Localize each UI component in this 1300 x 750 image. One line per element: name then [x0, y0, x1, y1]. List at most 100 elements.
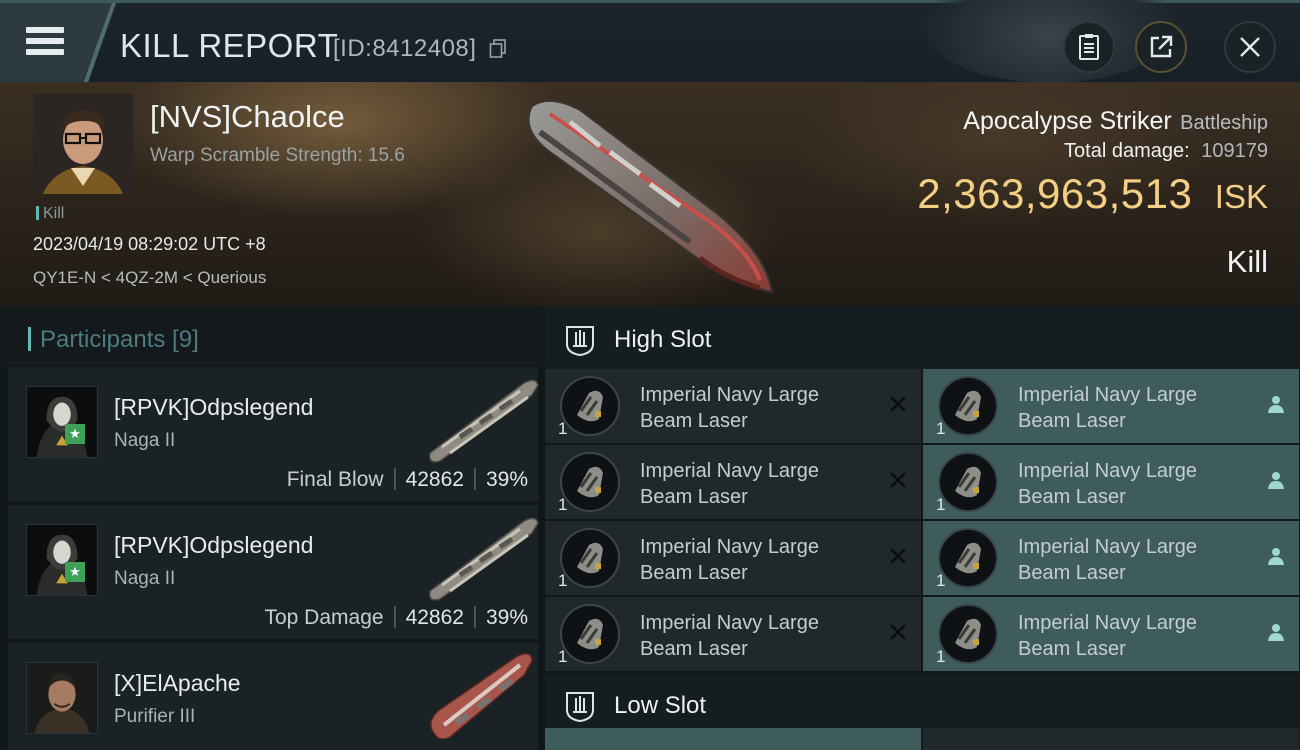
victim-ship-class: Battleship [1180, 112, 1268, 134]
victim-portrait[interactable] [33, 94, 133, 194]
participant-ship-image [430, 653, 533, 739]
victim-ship-image [527, 99, 774, 294]
module-name-line1: Imperial Navy Large [1018, 460, 1197, 482]
total-damage-label: Total damage: [1064, 140, 1190, 162]
module-quantity: 1 [936, 647, 946, 666]
module-name-line1: Imperial Navy Large [1018, 536, 1197, 558]
star-badge-icon: ★ [65, 562, 85, 582]
low-slot-title: Low Slot [614, 692, 707, 719]
module-quantity: 1 [558, 571, 568, 590]
module-name-line2: Beam Laser [1018, 410, 1126, 432]
module-quantity: 1 [558, 647, 568, 666]
victim-banner: [NVS]Chaolce Warp Scramble Strength: 15.… [0, 82, 1300, 306]
total-damage-row: Total damage: 109179 [1064, 140, 1268, 163]
beam-laser-icon [560, 604, 620, 664]
module-name-line1: Imperial Navy Large [1018, 612, 1197, 634]
participant-card[interactable]: ★ [RPVK]Odpslegend Naga II Top Damage 428… [8, 505, 539, 639]
participant-ship-image [428, 517, 539, 601]
module-name-line1: Imperial Navy Large [1018, 384, 1197, 406]
close-icon [1240, 37, 1260, 57]
module-name: Imperial Navy Large Beam Laser [640, 534, 870, 586]
module-name: Imperial Navy Large Beam Laser [640, 610, 870, 662]
page-title: KILL REPORT [120, 27, 339, 64]
module-quantity: 1 [936, 571, 946, 590]
module-quantity: 1 [558, 419, 568, 438]
close-button[interactable] [1224, 21, 1276, 73]
participant-avatar [26, 524, 98, 596]
stats-divider [473, 468, 476, 490]
isk-value-row: 2,363,963,513 ISK [917, 170, 1268, 218]
module-slot-partial[interactable] [545, 728, 921, 750]
victim-ship-row: Apocalypse Striker Battleship [963, 107, 1268, 136]
module-slot[interactable]: 1 Imperial Navy Large Beam Laser [545, 597, 921, 671]
person-icon [1268, 548, 1284, 565]
kill-datetime: 2023/04/19 08:29:02 UTC +8 [33, 234, 266, 254]
module-name-line2: Beam Laser [640, 410, 748, 432]
participant-ship: Naga II [114, 568, 176, 589]
destroyed-x-icon [890, 624, 906, 640]
module-name-line1: Imperial Navy Large [640, 536, 819, 558]
module-slot[interactable]: 1 Imperial Navy Large Beam Laser [545, 521, 921, 595]
isk-value: 2,363,963,513 [917, 170, 1193, 217]
high-slot-header: High Slot [545, 306, 1300, 370]
participant-avatar [26, 386, 98, 458]
participant-name[interactable]: [RPVK]Odpslegend [114, 394, 313, 421]
beam-laser-icon [938, 376, 998, 436]
destroyed-x-icon [890, 548, 906, 564]
person-icon [1268, 396, 1284, 413]
beam-laser-icon [560, 376, 620, 436]
hamburger-menu-icon[interactable] [26, 27, 64, 57]
victim-ship-name[interactable]: Apocalypse Striker [963, 107, 1171, 135]
victim-pilot-name[interactable]: [NVS]Chaolce [150, 99, 345, 135]
person-icon [1268, 624, 1284, 641]
clipboard-button[interactable] [1063, 21, 1115, 73]
module-slot[interactable]: 1 Imperial Navy Large Beam Laser [923, 521, 1299, 595]
clipboard-icon [1079, 34, 1099, 60]
participant-role: Final Blow [286, 468, 384, 491]
module-name-line1: Imperial Navy Large [640, 612, 819, 634]
participant-avatar [26, 662, 98, 734]
beam-laser-icon [560, 528, 620, 588]
participant-damage: 42862 [405, 468, 464, 491]
module-slot[interactable]: 1 Imperial Navy Large Beam Laser [923, 369, 1299, 443]
isk-unit: ISK [1214, 178, 1268, 215]
module-name-line1: Imperial Navy Large [640, 384, 819, 406]
participant-card[interactable]: ★ [RPVK]Odpslegend Naga II Final Blow 428… [8, 367, 539, 501]
module-quantity: 1 [936, 495, 946, 514]
participants-title: Participants [9] [28, 326, 199, 354]
module-name: Imperial Navy Large Beam Laser [640, 382, 870, 434]
report-id: [ID:8412408] [333, 35, 477, 62]
share-icon [1150, 35, 1173, 58]
high-slot-title: High Slot [614, 326, 712, 353]
warp-scramble-strength: Warp Scramble Strength: 15.6 [150, 145, 405, 166]
participant-stats: Final Blow 42862 39% [287, 468, 528, 492]
module-slot[interactable]: 1 Imperial Navy Large Beam Laser [545, 445, 921, 519]
module-slot[interactable]: 1 Imperial Navy Large Beam Laser [923, 445, 1299, 519]
high-slot-icon [566, 326, 594, 356]
module-name-line2: Beam Laser [640, 638, 748, 660]
kill-result-label: Kill [1226, 244, 1268, 279]
participant-stats: Top Damage 42862 39% [264, 606, 528, 630]
stats-divider [393, 606, 396, 628]
participant-name[interactable]: [X]ElApache [114, 670, 241, 697]
header-bar: KILL REPORT [ID:8412408] [0, 0, 1300, 83]
module-slot[interactable]: 1 Imperial Navy Large Beam Laser [545, 369, 921, 443]
module-name-line1: Imperial Navy Large [640, 460, 819, 482]
beam-laser-icon [938, 452, 998, 512]
participant-card[interactable]: [X]ElApache Purifier III [8, 643, 538, 750]
module-name-line2: Beam Laser [1018, 486, 1126, 508]
share-button[interactable] [1135, 21, 1187, 73]
module-name-line2: Beam Laser [640, 486, 748, 508]
participant-ship-image [428, 379, 539, 463]
module-name: Imperial Navy Large Beam Laser [1018, 382, 1248, 434]
participant-name[interactable]: [RPVK]Odpslegend [114, 532, 313, 559]
module-slot[interactable]: 1 Imperial Navy Large Beam Laser [923, 597, 1299, 671]
module-quantity: 1 [936, 419, 946, 438]
module-slot-partial[interactable] [923, 728, 1299, 750]
copy-icon[interactable] [489, 39, 507, 59]
destroyed-x-icon [890, 396, 906, 412]
module-name: Imperial Navy Large Beam Laser [1018, 458, 1248, 510]
kill-tag: Kill [36, 205, 64, 223]
participant-ship: Naga II [114, 430, 176, 451]
module-name: Imperial Navy Large Beam Laser [1018, 610, 1248, 662]
